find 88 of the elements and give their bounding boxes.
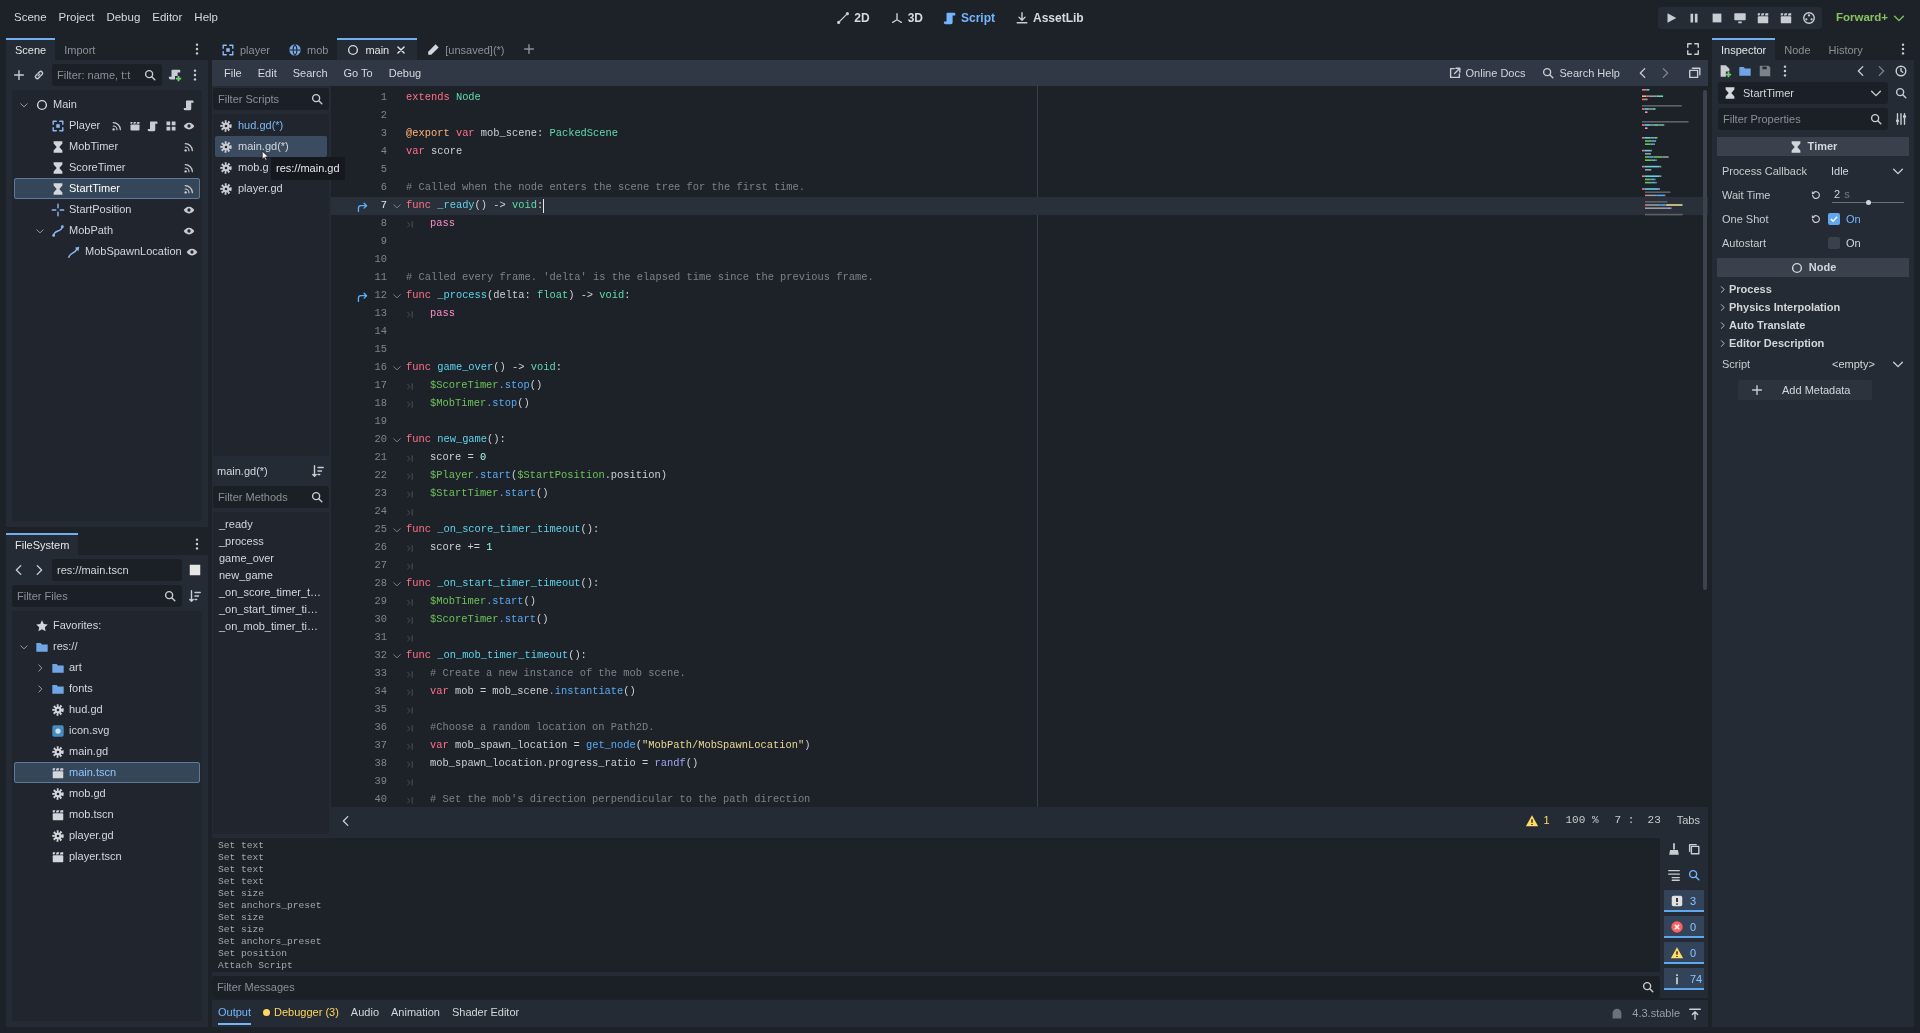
line-number: 22 [373,468,387,484]
code-line: # Set the mob's direction perpendicular to the path direction [430,792,811,807]
code-line: $Player.start($StartPosition.position) [430,468,667,484]
code-line: func game_over() -> void: [406,360,562,376]
line-number: 3 [379,126,387,142]
script-title: main.gd(*) [217,463,269,479]
line-number: 10 [373,252,387,268]
code-line: func _ready() -> void: [406,198,544,214]
line-number: 38 [373,756,387,772]
line-number: 25 [373,522,387,538]
line-number: 30 [373,612,387,628]
property-label: One Shot [1722,211,1770,227]
line-number: 32 [373,648,387,664]
log-line: Set size [218,888,266,900]
code-line: var mob_spawn_location = get_node("MobPath/MobSpawnLocation") [430,738,811,754]
log-line: Set size [218,924,266,936]
property-label: Autostart [1722,235,1768,251]
code-line: func _process(delta: float) -> void: [406,288,631,304]
log-line: Set text [218,840,266,852]
code-line: #Choose a random location on Path2D. [430,720,655,736]
code-line: score = 0 [430,450,487,466]
code-line: func _on_score_timer_timeout(): [406,522,600,538]
line-number: 35 [373,702,387,718]
code-line: $MobTimer.stop() [430,396,530,412]
code-line: pass [430,306,455,322]
line-number: 33 [373,666,387,682]
code-line: mob_spawn_location.progress_ratio = randf() [430,756,699,772]
property-label: Script [1722,356,1752,372]
log-line: Attach Script [218,960,294,972]
line-number: 18 [373,396,387,412]
tooltip: res://main.gd [271,157,345,180]
code-line: func new_game(): [406,432,506,448]
code-line: @export var mob_scene: PackedScene [406,126,619,142]
version-label: 4.3.stable [1632,1006,1680,1022]
line-number: 13 [373,306,387,322]
line-number: 16 [373,360,387,376]
code-line: score += 1 [430,540,493,556]
code-line: $StartTimer.start() [430,486,549,502]
log-line: Set anchors_preset [218,936,323,948]
code-line: var mob = mob_scene.instantiate() [430,684,636,700]
code-line: func _on_mob_timer_timeout(): [406,648,587,664]
line-number: 5 [379,162,387,178]
code-line: extends Node [406,90,481,106]
line-number: 36 [373,720,387,736]
line-number: 2 [379,108,387,124]
property-label: Process Callback [1722,163,1808,179]
log-line: Set text [218,864,266,876]
line-number: 40 [373,792,387,807]
code-line: # Called when the node enters the scene tree for the first time. [406,180,806,196]
line-number: 23 [373,486,387,502]
log-line: Set position [218,948,289,960]
property-label: Wait Time [1722,187,1772,203]
line-number: 11 [373,270,387,286]
line-number: 31 [373,630,387,646]
log-line: Set text [218,852,266,864]
code-line: # Create a new instance of the mob scene. [430,666,686,682]
line-number: 21 [373,450,387,466]
line-number: 37 [373,738,387,754]
code-line: func _on_start_timer_timeout(): [406,576,600,592]
line-number: 34 [373,684,387,700]
caret-position: 7 : 23 [1614,813,1661,829]
line-number: 6 [379,180,387,196]
log-line: Set size [218,912,266,924]
code-line: $ScoreTimer.stop() [430,378,543,394]
log-line: Set anchors_preset [218,900,323,912]
line-number: 29 [373,594,387,610]
line-number: 27 [373,558,387,574]
log-line: Set text [218,876,266,888]
line-number: 4 [379,144,387,160]
line-number: 17 [373,378,387,394]
line-number: 26 [373,540,387,556]
line-number: 28 [373,576,387,592]
line-number: 7 [379,198,387,214]
line-number: 19 [373,414,387,430]
code-line: # Called every frame. 'delta' is the elapsed time since the previous frame. [406,270,874,286]
code-line: pass [430,216,455,232]
line-number: 39 [373,774,387,790]
code-line: var score [406,144,463,160]
line-number: 24 [373,504,387,520]
line-number: 1 [379,90,387,106]
code-line: $ScoreTimer.start() [430,612,549,628]
code-line: $MobTimer.start() [430,594,537,610]
line-number: 9 [379,234,387,250]
line-number: 15 [373,342,387,358]
line-number: 20 [373,432,387,448]
line-number: 12 [373,288,387,304]
line-number: 8 [379,216,387,232]
line-number: 14 [373,324,387,340]
